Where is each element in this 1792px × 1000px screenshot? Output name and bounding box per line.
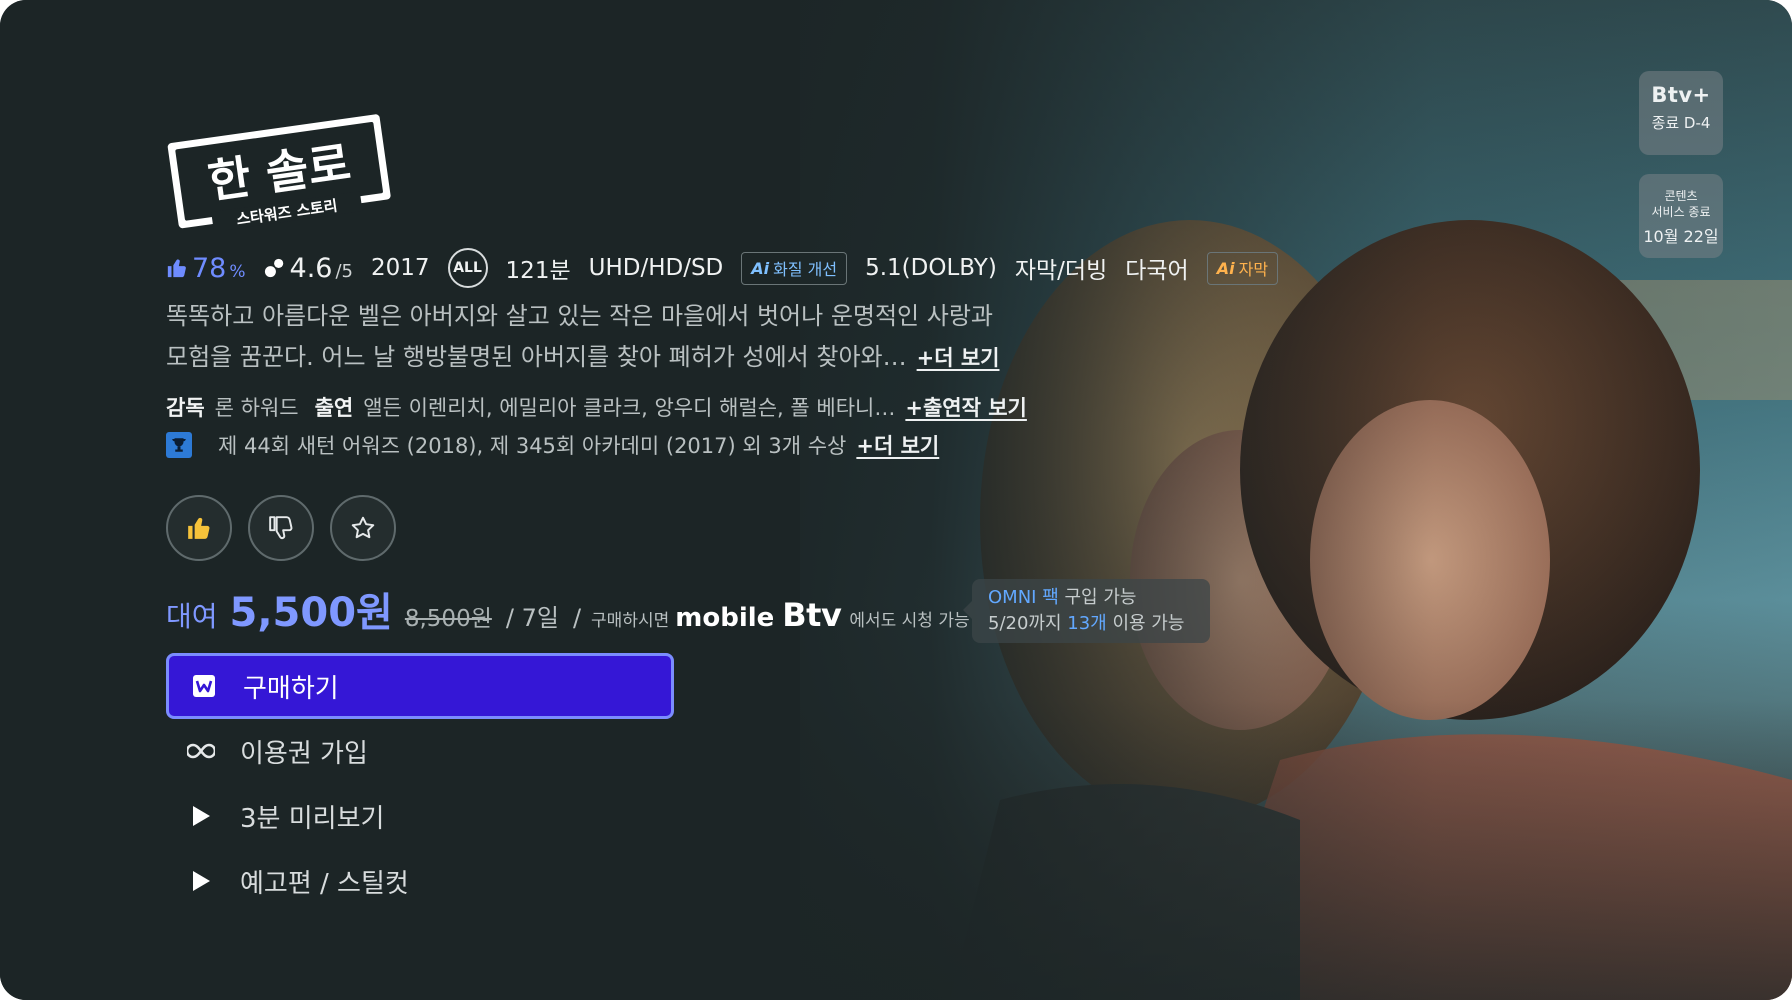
subtitle-dub: 자막/더빙 <box>1014 258 1108 284</box>
cast-more-link[interactable]: +출연작 보기 <box>905 396 1027 420</box>
synopsis-more-link[interactable]: +더 보기 <box>917 346 1000 370</box>
purchase-button[interactable]: 구매하기 <box>166 653 674 719</box>
synopsis-line-2: 모험을 꿈꾼다. 어느 날 행방불명된 아버지를 찾아 폐허가 성에서 찾아와…… <box>166 337 1096 379</box>
trailer-button[interactable]: 예고편 / 스틸컷 <box>166 848 674 914</box>
omni-count: 13개 <box>1067 613 1107 634</box>
title-logo: 한 솔로 스타워즈 스토리 <box>167 114 391 230</box>
video-quality: UHD/HD/SD <box>588 255 724 281</box>
like-percent: 78 <box>192 252 227 284</box>
thumbs-down-icon <box>269 516 293 540</box>
infinity-icon <box>184 743 218 759</box>
director-name: 론 하워드 <box>214 396 299 420</box>
rent-label: 대여 <box>166 600 218 633</box>
omni-pack-name: OMNI 팩 <box>988 587 1059 608</box>
synopsis-line-2-text: 모험을 꿈꾼다. 어느 날 행방불명된 아버지를 찾아 폐허가 성에서 찾아와… <box>166 343 907 371</box>
purchase-icon <box>187 674 221 698</box>
trophy-icon <box>166 432 192 458</box>
purchase-note: 구매하시면 <box>591 611 670 631</box>
user-rating: 4.6 /5 <box>264 253 353 284</box>
ai-quality-tag: Ai 화질 개선 <box>741 251 848 285</box>
cast-label: 출연 <box>314 396 354 420</box>
star-icon <box>351 516 375 539</box>
rent-period: / 7일 <box>505 604 559 632</box>
awards-info: 제 44회 새턴 어워즈 (2018), 제 345회 아카데미 (2017) … <box>166 430 939 460</box>
ai-quality-label: 화질 개선 <box>773 260 838 279</box>
original-price: 8,500원 <box>404 606 492 632</box>
omni-pack-suffix: 구입 가능 <box>1058 587 1137 608</box>
service-end-badge: 콘텐츠 서비스 종료 10월 22일 <box>1639 174 1723 258</box>
ai-label: Ai <box>751 258 770 278</box>
subscription-button[interactable]: 이용권 가입 <box>166 718 674 784</box>
multi-language: 다국어 <box>1125 258 1189 284</box>
synopsis: 똑똑하고 아름다운 벨은 아버지와 살고 있는 작은 마을에서 벗어나 운명적인… <box>166 296 1096 379</box>
age-rating-badge: ALL <box>447 248 488 288</box>
purchase-label: 구매하기 <box>243 673 339 704</box>
rating-scale: /5 <box>335 260 353 282</box>
ai-subtitle-label: 자막 <box>1238 260 1269 279</box>
preview-label: 3분 미리보기 <box>240 803 385 834</box>
ai-subtitle-tag: Ai 자막 <box>1206 251 1279 285</box>
like-percent-unit: % <box>229 261 246 282</box>
subscription-label: 이용권 가입 <box>240 738 368 769</box>
btv-plus-logo: Btv+ <box>1651 83 1711 107</box>
cast-names: 앨든 이렌리치, 에밀리아 클라크, 앙우디 해럴슨, 폴 베타니… <box>363 396 896 420</box>
trailer-label: 예고편 / 스틸컷 <box>240 868 409 899</box>
thumbs-up-icon <box>167 259 186 278</box>
omni-line-2-suffix: 이용 가능 <box>1106 613 1185 634</box>
audio-format: 5.1(DOLBY) <box>865 255 997 281</box>
mobile-label: mobile <box>675 603 775 633</box>
btv-logo: Btv <box>782 596 842 634</box>
thumbs-up-icon <box>188 517 210 539</box>
runtime: 121분 <box>505 258 571 284</box>
rent-price: 5,500원 <box>229 590 393 636</box>
btv-plus-badge: Btv+ 종료 D-4 <box>1639 71 1723 155</box>
favorite-button[interactable] <box>330 495 396 561</box>
rating-value: 4.6 <box>289 252 333 284</box>
omni-line-1: OMNI 팩 구입 가능 <box>988 585 1210 611</box>
release-year: 2017 <box>371 255 430 281</box>
separator: / <box>572 604 582 632</box>
detail-screen: Btv+ 종료 D-4 콘텐츠 서비스 종료 10월 22일 한 솔로 스타워즈… <box>0 0 1792 1000</box>
rating-icon <box>264 258 283 278</box>
preview-button[interactable]: 3분 미리보기 <box>166 783 674 849</box>
play-icon <box>184 870 218 892</box>
watch-note: 에서도 시청 가능 <box>849 611 970 631</box>
like-button[interactable] <box>166 495 232 561</box>
dislike-button[interactable] <box>248 495 314 561</box>
omni-line-2-prefix: 5/20까지 <box>988 613 1068 634</box>
synopsis-line-1: 똑똑하고 아름다운 벨은 아버지와 살고 있는 작은 마을에서 벗어나 운명적인… <box>166 302 994 330</box>
awards-more-link[interactable]: +더 보기 <box>856 430 939 460</box>
like-rate: 78 % <box>166 253 246 284</box>
price-row: 대여 5,500원 8,500원 / 7일 / 구매하시면 mobile Btv… <box>166 580 970 638</box>
play-icon <box>184 805 218 827</box>
service-end-line1: 콘텐츠 <box>1664 189 1698 203</box>
director-label: 감독 <box>166 396 205 420</box>
omni-pack-tooltip: OMNI 팩 구입 가능 5/20까지 13개 이용 가능 <box>963 579 1210 643</box>
omni-line-2: 5/20까지 13개 이용 가능 <box>988 611 1210 637</box>
btv-plus-expiry: 종료 D-4 <box>1651 114 1711 132</box>
crew-info: 감독 론 하워드 출연 앨든 이렌리치, 에밀리아 클라크, 앙우디 해럴슨, 폴 베… <box>166 392 1027 422</box>
meta-row: 78 % 4.6 /5 2017 ALL 121분 UHD/HD/SD Ai 화… <box>166 248 1296 288</box>
awards-text: 제 44회 새턴 어워즈 (2018), 제 345회 아카데미 (2017) … <box>218 434 847 458</box>
service-end-line2: 서비스 종료 <box>1651 205 1711 219</box>
ai-label: Ai <box>1216 258 1235 278</box>
service-end-date: 10월 22일 <box>1643 227 1719 246</box>
